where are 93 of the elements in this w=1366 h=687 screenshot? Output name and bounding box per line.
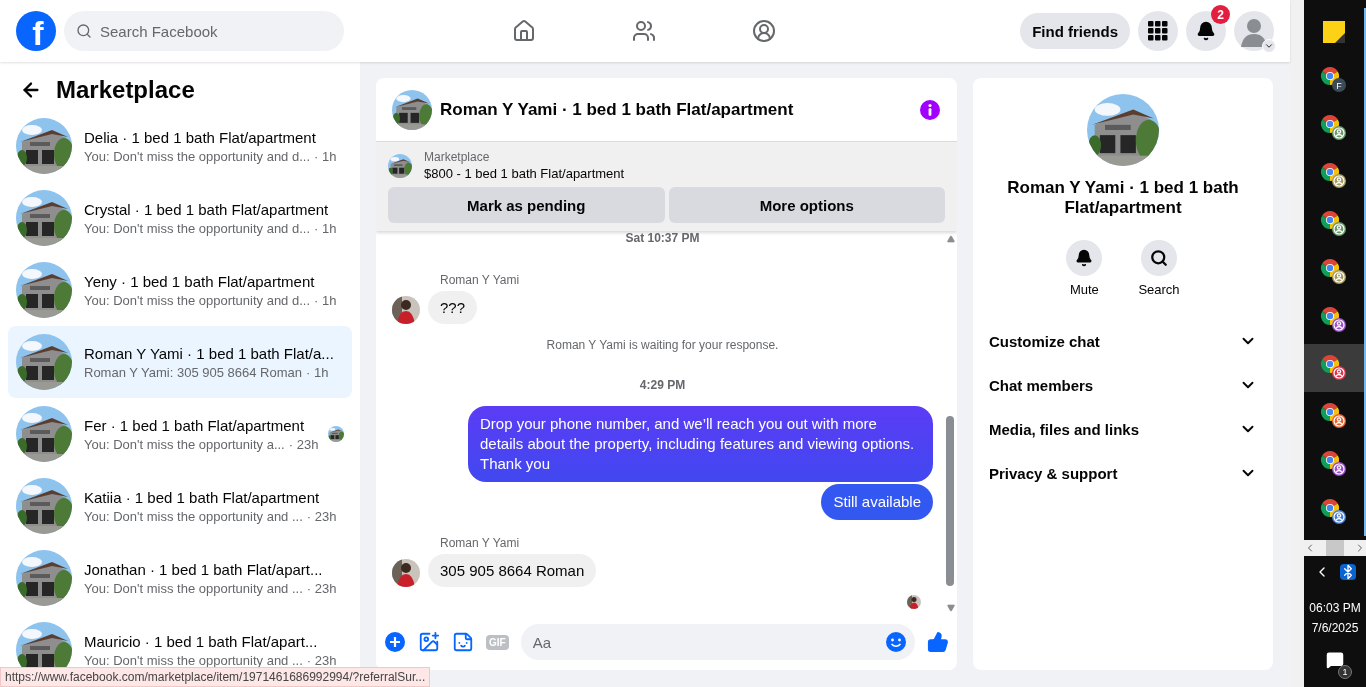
- chat-title: Roman Y Yami · 1 bed 1 bath Flat/apartment: [440, 99, 795, 120]
- account-button[interactable]: [1234, 11, 1274, 51]
- clock: 06:03 PM 7/6/2025: [1309, 600, 1361, 637]
- message-preview: You: Don't miss the opportunity and d...: [84, 292, 311, 308]
- conversation-item[interactable]: Crystal · 1 bed 1 bath Flat/apartment You: Don't miss the opportunity and d... · 1h: [8, 182, 352, 254]
- conversation-item[interactable]: Yeny · 1 bed 1 bath Flat/apartment You: Don't miss the opportunity and d... · 1h: [8, 254, 352, 326]
- message-preview: You: Don't miss the opportunity and d...: [84, 220, 311, 236]
- scroll-down-icon[interactable]: [947, 604, 955, 612]
- message-preview: Roman Y Yami: 305 905 8664 Roman: [84, 364, 303, 380]
- message-time: · 23h: [306, 652, 337, 668]
- notification-count: 1: [1338, 665, 1352, 679]
- people-icon[interactable]: [632, 19, 656, 43]
- conversation-title: Jonathan · 1 bed 1 bath Flat/apart...: [84, 560, 324, 578]
- message-bubble: ???: [428, 291, 478, 324]
- conversation-title: Crystal · 1 bed 1 bath Flat/apartment: [84, 200, 330, 218]
- section-header[interactable]: Customize chat: [989, 319, 1257, 363]
- status-notice: Roman Y Yami is waiting for your response.: [546, 338, 779, 352]
- bluetooth-icon[interactable]: [1340, 564, 1356, 580]
- mark-pending-button[interactable]: Mark as pending: [388, 187, 665, 223]
- page-scrollbar[interactable]: [1290, 0, 1304, 687]
- listing-summary: $800 - 1 bed 1 bath Flat/apartment: [424, 166, 625, 181]
- chat-name: Roman Y Yami · 1 bed 1 bath Flat/apartment: [1006, 178, 1240, 218]
- listing-source: Marketplace: [424, 150, 491, 164]
- message-time: · 23h: [288, 436, 319, 452]
- link-tooltip: https://www.facebook.com/marketplace/item/1971461686992994/?referralSur...: [0, 667, 431, 687]
- like-icon[interactable]: [927, 631, 949, 653]
- browser-icon[interactable]: [1319, 353, 1349, 383]
- message-preview: You: Don't miss the opportunity and ...: [84, 580, 303, 596]
- message-time: · 1h: [314, 220, 337, 236]
- conversation-title: Roman Y Yami · 1 bed 1 bath Flat/a...: [84, 344, 335, 362]
- conversation-item[interactable]: Roman Y Yami · 1 bed 1 bath Flat/a... Roman Y Yami: 305 905 8664 Roman · 1h: [8, 326, 352, 398]
- sticky-note-icon[interactable]: [1323, 21, 1345, 43]
- message-bubble: Still available: [821, 484, 933, 520]
- sidebar-title: Marketplace: [56, 76, 195, 104]
- sticker-icon[interactable]: [452, 631, 474, 653]
- browser-icon[interactable]: [1319, 449, 1349, 479]
- find-friends-button[interactable]: Find friends: [1020, 13, 1130, 49]
- browser-icon[interactable]: [1319, 209, 1349, 239]
- message-preview: You: Don't miss the opportunity and ...: [84, 652, 303, 668]
- bell-icon: [1196, 21, 1216, 41]
- grid-icon: [1148, 21, 1168, 41]
- browser-icon[interactable]: [1319, 305, 1349, 335]
- search-field[interactable]: Search Facebook: [64, 11, 344, 51]
- facebook-logo[interactable]: f: [16, 11, 56, 51]
- more-options-button[interactable]: More options: [668, 187, 945, 223]
- conversation-title: Fer · 1 bed 1 bath Flat/apartment: [84, 416, 306, 434]
- emoji-icon[interactable]: [885, 631, 907, 653]
- message-icon[interactable]: [1326, 651, 1344, 669]
- message-bubble: 305 905 8664 Roman: [428, 554, 597, 587]
- caret-icon: [1264, 41, 1274, 51]
- photo-icon[interactable]: [418, 631, 440, 653]
- conversation-item[interactable]: Katiia · 1 bed 1 bath Flat/apartment You: Don't miss the opportunity and ... · 23h: [8, 470, 352, 542]
- browser-icon[interactable]: [1319, 161, 1349, 191]
- message-timestamp: Sat 10:37 PM: [625, 231, 700, 245]
- message-time: · 23h: [306, 580, 337, 596]
- conversation-title: Mauricio · 1 bed 1 bath Flat/apart...: [84, 632, 319, 650]
- section-header[interactable]: Media, files and links: [989, 407, 1257, 451]
- browser-icon[interactable]: [1319, 401, 1349, 431]
- user-circle-icon[interactable]: [752, 19, 776, 43]
- conversation-item[interactable]: Jonathan · 1 bed 1 bath Flat/apart... You: Don't miss the opportunity and ... · 23h: [8, 542, 352, 614]
- conversation-title: Delia · 1 bed 1 bath Flat/apartment: [84, 128, 317, 146]
- browser-icon[interactable]: [1319, 257, 1349, 287]
- conversation-item[interactable]: Delia · 1 bed 1 bath Flat/apartment You: Don't miss the opportunity and d... · 1h: [8, 110, 352, 182]
- message-time: · 1h: [314, 292, 337, 308]
- section-header[interactable]: Chat members: [989, 363, 1257, 407]
- message-time: · 1h: [314, 148, 337, 164]
- browser-icon[interactable]: [1319, 497, 1349, 527]
- conversation-title: Katiia · 1 bed 1 bath Flat/apartment: [84, 488, 321, 506]
- notification-badge: 2: [1211, 5, 1230, 24]
- info-icon[interactable]: [919, 98, 941, 121]
- search-icon: [76, 23, 92, 39]
- message-field[interactable]: Aa: [520, 624, 915, 660]
- section-header[interactable]: Privacy & support: [989, 451, 1257, 495]
- sender-name: Roman Y Yami: [440, 273, 521, 287]
- scroll-up-icon[interactable]: [947, 235, 955, 243]
- message-bubble: Drop your phone number, and we’ll reach you out with more details about the property, including features and viewing options. Thank you: [468, 406, 933, 482]
- message-time: · 23h: [306, 508, 337, 524]
- message-preview: You: Don't miss the opportunity and d...: [84, 148, 311, 164]
- message-time: · 1h: [306, 364, 329, 380]
- conversation-item[interactable]: Fer · 1 bed 1 bath Flat/apartment You: Don't miss the opportunity a... · 23h: [8, 398, 352, 470]
- menu-button[interactable]: [1138, 11, 1178, 51]
- scrollbar-thumb[interactable]: [946, 416, 954, 586]
- home-icon[interactable]: [512, 19, 536, 43]
- sender-name: Roman Y Yami: [440, 536, 521, 550]
- message-preview: You: Don't miss the opportunity a...: [84, 436, 285, 452]
- plus-icon[interactable]: [384, 631, 406, 653]
- search-icon: [1150, 249, 1168, 267]
- notifications-button[interactable]: [1186, 11, 1226, 51]
- bell-icon: [1075, 249, 1094, 267]
- browser-icon[interactable]: [1319, 113, 1349, 143]
- message-preview: You: Don't miss the opportunity and ...: [84, 508, 303, 524]
- conversation-title: Yeny · 1 bed 1 bath Flat/apartment: [84, 272, 316, 290]
- message-timestamp: 4:29 PM: [639, 378, 686, 392]
